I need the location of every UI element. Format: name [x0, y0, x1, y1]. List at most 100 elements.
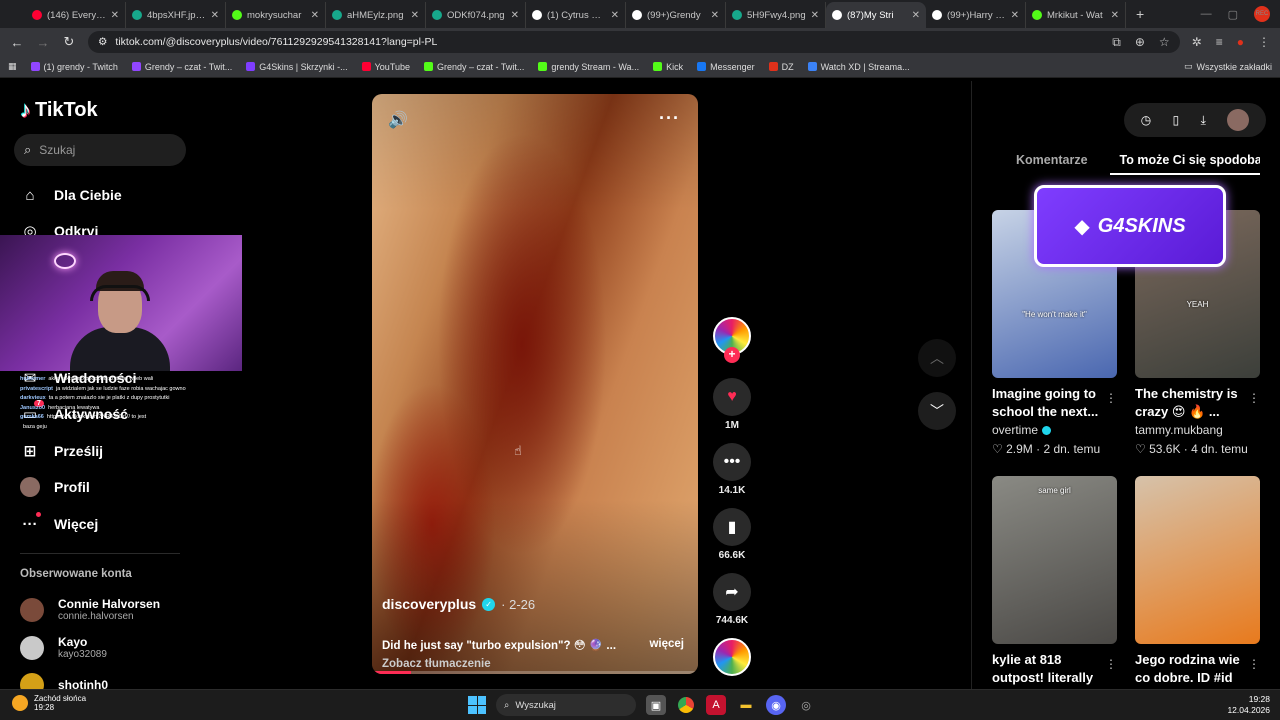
- maximize-icon[interactable]: ▢: [1228, 8, 1238, 21]
- reload-icon[interactable]: ↻: [62, 34, 76, 50]
- weather-widget[interactable]: Zachód słońca 19:28: [12, 694, 86, 712]
- file-explorer-icon[interactable]: ▬: [736, 695, 756, 715]
- comment-button[interactable]: ••• 14.1K: [712, 443, 752, 496]
- close-icon[interactable]: ✕: [111, 10, 119, 21]
- back-icon[interactable]: ←: [10, 35, 24, 50]
- search-input[interactable]: [39, 143, 160, 157]
- recommended-video-card[interactable]: Jego rodzina wie co dobre. ID #id ⋮: [1135, 476, 1260, 687]
- video-user[interactable]: overtime: [992, 423, 1117, 437]
- more-button[interactable]: więcej: [649, 638, 684, 650]
- close-icon[interactable]: ✕: [711, 10, 719, 21]
- user-avatar[interactable]: [1227, 109, 1250, 131]
- save-button[interactable]: ▮ 66.6K: [712, 508, 752, 561]
- more-options-icon[interactable]: ⋮: [1248, 657, 1260, 671]
- minimize-icon[interactable]: —: [1201, 8, 1212, 20]
- bookmark-item[interactable]: Grendy – czat - Twit...: [424, 62, 524, 72]
- nav-more[interactable]: ··· Więcej: [20, 512, 98, 534]
- discord-icon[interactable]: ◉: [766, 695, 786, 715]
- more-options-icon[interactable]: ⋮: [1248, 391, 1260, 405]
- url-field[interactable]: ⚙ tiktok.com/@discoveryplus/video/761129…: [88, 31, 1180, 53]
- close-icon[interactable]: ✕: [912, 10, 920, 21]
- followed-account[interactable]: Connie Halvorsen connie.halvorsen: [20, 597, 160, 622]
- browser-tab[interactable]: (87)My Stri ✕: [826, 2, 926, 28]
- task-view-icon[interactable]: ▣: [646, 695, 666, 715]
- video-author[interactable]: discoveryplus ✓ · 2-26: [382, 596, 535, 612]
- bookmark-item[interactable]: Grendy – czat - Twit...: [131, 62, 232, 72]
- windows-start-icon[interactable]: [468, 696, 486, 714]
- browser-tab[interactable]: ODKf074.png ✕: [426, 2, 526, 28]
- close-icon[interactable]: ✕: [1111, 10, 1119, 21]
- volume-icon[interactable]: 🔊: [388, 110, 408, 130]
- all-bookmarks-button[interactable]: ▭ Wszystkie zakładki: [1184, 61, 1272, 72]
- close-icon[interactable]: ✕: [1011, 10, 1019, 21]
- nav-upload[interactable]: ⊞ Prześlij: [20, 441, 103, 461]
- bookmark-item[interactable]: grendy Stream - Wa...: [538, 62, 639, 72]
- bookmark-item[interactable]: G4Skins | Skrzynki -...: [246, 62, 348, 72]
- nav-for-you[interactable]: ⌂ Dla Ciebie: [20, 185, 121, 205]
- share-button[interactable]: ➦ 744.6K: [712, 573, 752, 626]
- obs-icon[interactable]: ◎: [796, 695, 816, 715]
- previous-video-button[interactable]: ︿: [918, 339, 956, 377]
- translate-link[interactable]: Zobacz tłumaczenie: [382, 658, 491, 670]
- next-video-button[interactable]: ﹀: [918, 392, 956, 430]
- download-icon[interactable]: ⤓: [1201, 113, 1206, 128]
- install-app-icon[interactable]: ⧉: [1112, 35, 1121, 50]
- video-thumbnail[interactable]: [1135, 476, 1260, 644]
- followed-account[interactable]: Kayo kayo32089: [20, 635, 107, 660]
- video-options-icon[interactable]: ···: [659, 108, 680, 129]
- close-icon[interactable]: ✕: [311, 10, 319, 21]
- browser-tab[interactable]: Mrkikut - Wat ✕: [1026, 2, 1126, 28]
- bookmark-star-icon[interactable]: ☆: [1159, 35, 1170, 50]
- author-avatar-button[interactable]: +: [712, 317, 752, 363]
- browser-tab[interactable]: (99+)Harry Por ✕: [926, 2, 1026, 28]
- close-icon[interactable]: ✕: [411, 10, 419, 21]
- menu-icon[interactable]: ⋮: [1258, 35, 1270, 49]
- bookmark-item[interactable]: (1) grendy - Twitch: [30, 62, 118, 72]
- close-icon[interactable]: ✕: [211, 10, 219, 21]
- browser-tab[interactable]: (99+)Grendy ✕: [626, 2, 726, 28]
- tiktok-logo[interactable]: ♪ TikTok: [20, 97, 98, 123]
- zoom-icon[interactable]: ⊕: [1135, 35, 1145, 50]
- like-button[interactable]: ♥ 1M: [712, 378, 752, 431]
- tab-recommended[interactable]: To może Ci się spodobać: [1109, 149, 1260, 175]
- video-user[interactable]: tammy.mukbang: [1135, 423, 1260, 437]
- bookmark-item[interactable]: Kick: [653, 62, 683, 72]
- video-thumbnail[interactable]: same girl: [992, 476, 1117, 644]
- bookmark-item[interactable]: DZ: [768, 62, 794, 72]
- close-icon[interactable]: ✕: [611, 10, 619, 21]
- device-icon[interactable]: ▯: [1173, 113, 1180, 127]
- site-info-icon[interactable]: ⚙: [98, 36, 107, 48]
- chrome-icon[interactable]: [676, 695, 696, 715]
- close-icon[interactable]: ✕: [511, 10, 519, 21]
- follow-plus-icon[interactable]: +: [724, 347, 740, 363]
- music-disc-button[interactable]: [712, 638, 752, 676]
- browser-tab[interactable]: mokrysuchar ✕: [226, 2, 326, 28]
- profile-icon[interactable]: ●: [1237, 35, 1244, 49]
- browser-tab[interactable]: aHMEylz.png ✕: [326, 2, 426, 28]
- extensions-icon[interactable]: ✲: [1192, 35, 1202, 49]
- reading-list-icon[interactable]: ≡: [1216, 35, 1223, 49]
- recommended-video-card[interactable]: same girl kylie at 818 outpost! literally…: [992, 476, 1117, 687]
- more-options-icon[interactable]: ⋮: [1105, 657, 1117, 671]
- browser-tab[interactable]: 5H9Fwy4.png ✕: [726, 2, 826, 28]
- apps-grid-icon[interactable]: ▦: [8, 61, 17, 72]
- close-icon[interactable]: ✕: [811, 10, 819, 21]
- speed-icon[interactable]: ◷: [1141, 113, 1151, 127]
- nav-profile[interactable]: Profil: [20, 477, 90, 497]
- bookmark-item[interactable]: Watch XD | Streama...: [807, 62, 910, 72]
- video-player[interactable]: 🔊 ··· discoveryplus ✓ · 2-26 Did he just…: [372, 94, 698, 674]
- tab-comments[interactable]: Komentarze: [972, 149, 1110, 175]
- system-clock[interactable]: 19:28 12.04.2026: [1227, 694, 1270, 716]
- browser-tab[interactable]: 4bpsXHF.jpeg ✕: [126, 2, 226, 28]
- more-options-icon[interactable]: ⋮: [1105, 391, 1117, 405]
- video-progress[interactable]: [372, 671, 698, 674]
- forward-icon[interactable]: →: [36, 35, 50, 50]
- taskbar-search[interactable]: ⌕ Wyszukaj: [496, 694, 636, 716]
- bookmark-item[interactable]: Messenger: [697, 62, 755, 72]
- browser-tab[interactable]: (146) Everytim ✕: [26, 2, 126, 28]
- search-box[interactable]: ⌕: [14, 134, 186, 166]
- new-tab-button[interactable]: +: [1126, 6, 1154, 22]
- bookmark-item[interactable]: YouTube: [361, 62, 410, 72]
- pdf-reader-icon[interactable]: A: [706, 695, 726, 715]
- browser-tab[interactable]: (1) Cytrus w se ✕: [526, 2, 626, 28]
